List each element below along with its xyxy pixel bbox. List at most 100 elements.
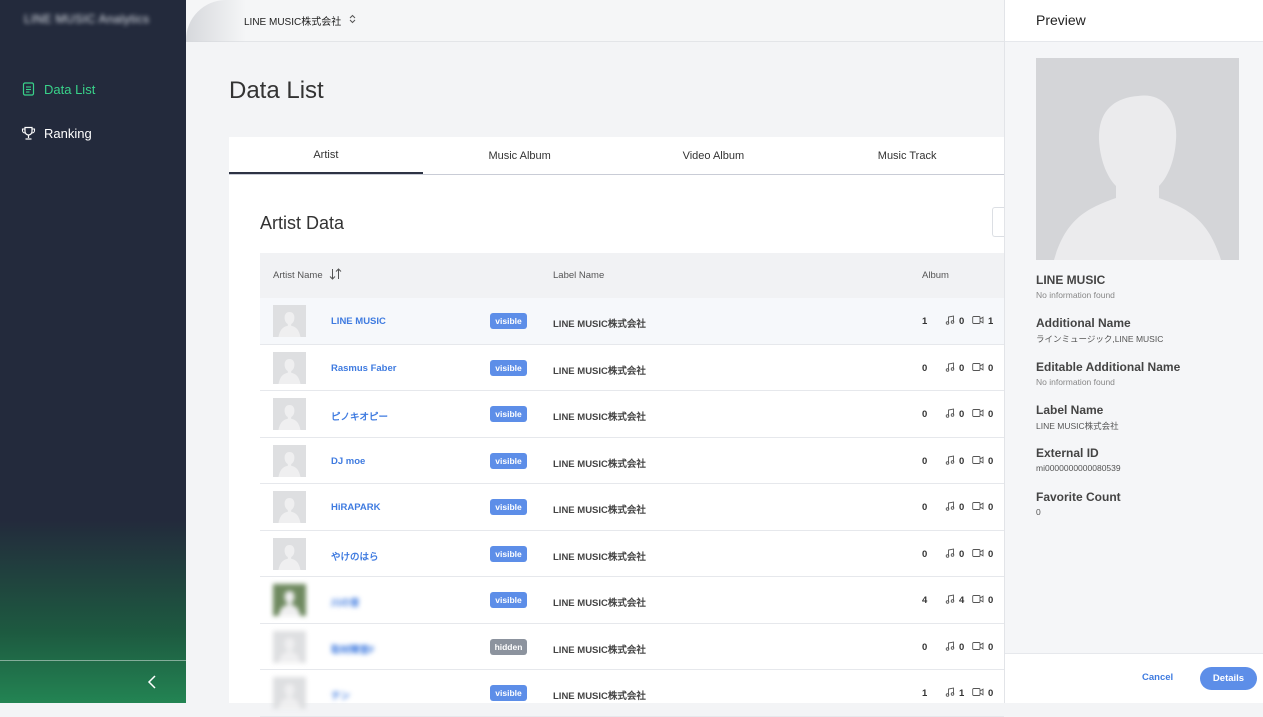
tab-artist[interactable]: Artist — [229, 137, 423, 174]
preview-name-field: LINE MUSIC No information found — [1036, 273, 1115, 300]
track-count-value: 1 — [959, 688, 965, 699]
artist-name-link[interactable]: DJ moe — [331, 456, 365, 467]
track-count-value: 0 — [959, 502, 965, 513]
tab-music-album[interactable]: Music Album — [423, 137, 617, 174]
album-count: 1 — [922, 688, 928, 699]
preview-field-editable-additional-name: Editable Additional Name No information … — [1036, 360, 1180, 387]
chevron-left-icon[interactable] — [144, 673, 160, 691]
field-title: External ID — [1036, 446, 1099, 460]
cancel-button[interactable]: Cancel — [1142, 672, 1173, 683]
sidebar-nav: Data List Ranking — [0, 78, 186, 166]
track-count-value: 0 — [959, 455, 965, 467]
table-row[interactable]: ピノキオピー visible LINE MUSIC株式会社 0 0 0 — [260, 391, 1004, 438]
status-badge: visible — [490, 406, 527, 422]
preview-title: Preview — [1005, 0, 1263, 42]
artist-name-link[interactable]: やけのはら — [331, 549, 379, 563]
artist-name-link[interactable]: Rasmus Faber — [331, 363, 396, 374]
table-row[interactable]: LINE MUSIC visible LINE MUSIC株式会社 1 0 1 — [260, 298, 1004, 345]
table-row[interactable]: DJ moe visible LINE MUSIC株式会社 0 0 0 — [260, 438, 1004, 484]
track-count: 1 — [945, 687, 964, 700]
video-count: 0 — [972, 455, 993, 468]
table-row[interactable]: やけのはら visible LINE MUSIC株式会社 0 0 0 — [260, 531, 1004, 577]
field-title: Editable Additional Name — [1036, 360, 1181, 374]
updown-icon — [349, 14, 356, 27]
video-count: 0 — [972, 594, 993, 607]
artist-name-link[interactable]: 取材陣営F — [331, 642, 375, 656]
label-name: LINE MUSIC株式会社 — [553, 551, 646, 563]
track-count: 0 — [945, 547, 964, 561]
column-header-album: Album — [922, 270, 949, 281]
track-count-value: 0 — [959, 316, 965, 327]
status-badge: visible — [490, 685, 527, 701]
table-row[interactable]: テン visible LINE MUSIC株式会社 1 1 0 — [260, 670, 1004, 717]
music-note-icon — [945, 687, 955, 700]
video-count-value: 0 — [988, 688, 994, 699]
artist-name-link[interactable]: 川の音 — [331, 595, 360, 609]
preview-field-favorite-count: Favorite Count 0 — [1036, 490, 1121, 517]
table-row[interactable]: 取材陣営F hidden LINE MUSIC株式会社 0 0 0 — [260, 624, 1004, 670]
artist-avatar — [273, 584, 306, 616]
music-note-icon — [945, 594, 955, 607]
music-note-icon — [945, 454, 955, 468]
artist-name-link[interactable]: テン — [331, 688, 350, 702]
video-count-value: 0 — [988, 502, 994, 513]
video-count: 0 — [972, 548, 993, 561]
table-row[interactable]: Rasmus Faber visible LINE MUSIC株式会社 0 0 0 — [260, 345, 1004, 391]
video-count-value: 0 — [988, 641, 994, 653]
video-count: 1 — [972, 315, 993, 328]
sidebar-item-data-list[interactable]: Data List — [0, 78, 186, 100]
sidebar: LINE MUSIC Analytics Data List Ranking — [0, 0, 186, 703]
preview-panel: Preview LINE MUSIC No information found … — [1004, 0, 1263, 703]
status-badge: visible — [490, 452, 527, 469]
field-title: Additional Name — [1036, 316, 1131, 330]
document-icon — [20, 81, 36, 97]
track-count: 0 — [945, 315, 964, 328]
video-icon — [972, 501, 984, 514]
table-row[interactable]: 川の音 visible LINE MUSIC株式会社 4 4 0 — [260, 577, 1004, 624]
field-value: LINE MUSIC株式会社 — [1036, 421, 1119, 431]
label-name: LINE MUSIC株式会社 — [553, 505, 646, 516]
album-count: 0 — [922, 455, 928, 467]
sort-icon[interactable] — [329, 268, 342, 283]
sidebar-item-label: Ranking — [44, 125, 92, 141]
field-title: Label Name — [1036, 403, 1104, 417]
album-count: 1 — [922, 316, 928, 327]
music-note-icon — [945, 640, 955, 654]
tab-music-track[interactable]: Music Track — [810, 137, 1004, 174]
company-selector[interactable]: LINE MUSIC株式会社 — [244, 13, 356, 28]
artist-name-link[interactable]: HiRAPARK — [331, 502, 380, 513]
status-badge: hidden — [490, 638, 527, 655]
column-header-artist[interactable]: Artist Name — [273, 268, 342, 283]
track-count-value: 4 — [959, 595, 965, 606]
status-badge: visible — [490, 499, 527, 515]
video-count: 0 — [972, 362, 993, 375]
field-title: Favorite Count — [1036, 490, 1121, 504]
video-count-value: 1 — [988, 316, 994, 327]
video-icon — [972, 548, 984, 561]
table-row[interactable]: HiRAPARK visible LINE MUSIC株式会社 0 0 0 — [260, 484, 1004, 531]
album-count: 0 — [922, 362, 928, 374]
video-count-value: 0 — [988, 548, 994, 560]
preview-field-external-id: External ID mi0000000000080539 — [1036, 446, 1121, 473]
preview-name-value: No information found — [1036, 290, 1115, 300]
table-header: Artist Name Label Name Album — [260, 253, 1004, 298]
tab-bar: Artist Music Album Video Album Music Tra… — [229, 137, 1004, 175]
tab-video-album[interactable]: Video Album — [617, 137, 811, 174]
music-note-icon — [945, 547, 955, 561]
artist-name-link[interactable]: ピノキオピー — [331, 409, 388, 423]
album-count: 0 — [922, 502, 928, 513]
app-brand: LINE MUSIC Analytics — [24, 12, 150, 26]
album-count: 0 — [922, 409, 928, 420]
track-count: 0 — [945, 454, 965, 468]
sidebar-item-ranking[interactable]: Ranking — [0, 122, 186, 144]
field-value: 0 — [1036, 507, 1041, 517]
label-name: LINE MUSIC株式会社 — [553, 458, 646, 470]
sidebar-item-label: Data List — [44, 81, 96, 97]
artist-avatar — [273, 491, 306, 523]
details-button[interactable]: Details — [1200, 667, 1257, 690]
video-count-value: 0 — [988, 455, 994, 467]
video-count-value: 0 — [988, 409, 994, 420]
section-action-button[interactable] — [992, 207, 1004, 237]
track-count-value: 0 — [959, 362, 965, 374]
artist-name-link[interactable]: LINE MUSIC — [331, 316, 386, 327]
